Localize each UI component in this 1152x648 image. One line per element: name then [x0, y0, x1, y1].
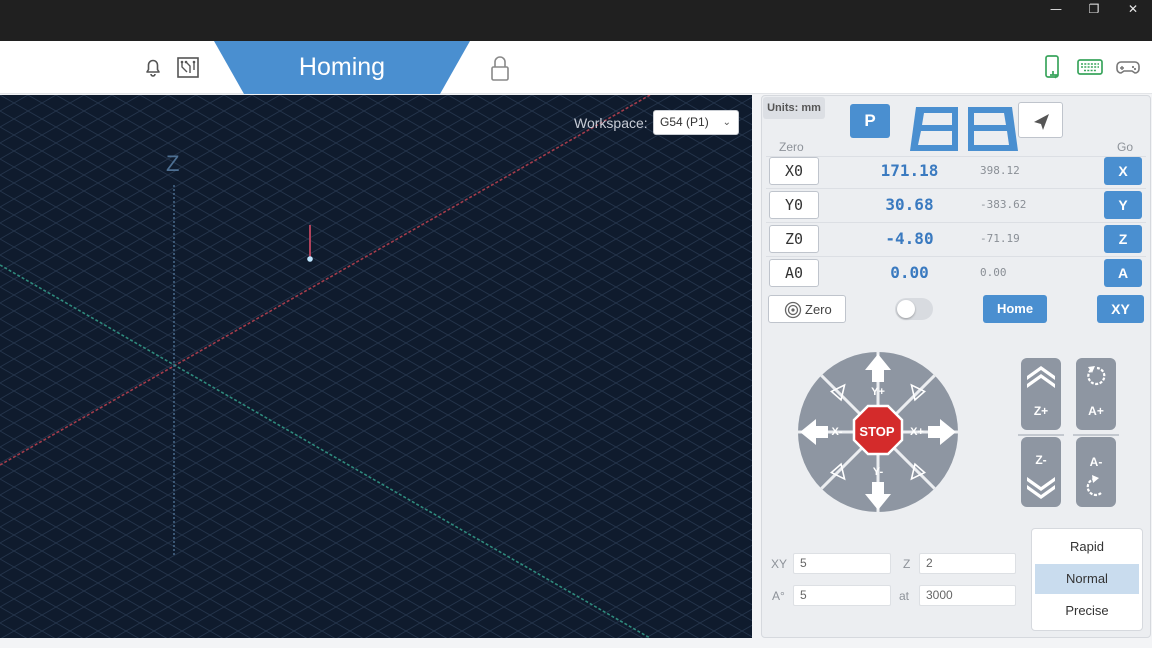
toggle-switch[interactable]: [895, 298, 933, 320]
row-divider: [766, 256, 1146, 257]
speed-precise[interactable]: Precise: [1035, 596, 1139, 626]
z-step-label: Z: [903, 557, 911, 571]
speed-selector: Rapid Normal Precise: [1031, 528, 1143, 631]
row-divider: [766, 222, 1146, 223]
work-x-value: 171.18: [880, 161, 939, 180]
zero-x-button[interactable]: X0: [769, 157, 819, 185]
machine-x-value: 398.12: [980, 164, 1020, 177]
feedrate-label: at: [899, 589, 910, 603]
xy-step-input[interactable]: 5: [793, 553, 891, 574]
zero-y-button[interactable]: Y0: [769, 191, 819, 219]
machine-y-value: -383.62: [980, 198, 1027, 211]
a-divider: [1073, 434, 1119, 436]
gamepad-icon[interactable]: [1114, 53, 1142, 81]
minimize-button[interactable]: —: [1038, 0, 1074, 20]
jog-z-minus-button[interactable]: Z-: [1021, 437, 1061, 507]
z-plus-label: Z+: [1033, 404, 1049, 418]
z-divider: [1018, 434, 1064, 436]
circuit-board-icon[interactable]: [174, 53, 202, 81]
tab-homing[interactable]: Homing: [214, 41, 470, 94]
chevron-down-double-icon: [1027, 477, 1055, 499]
close-button[interactable]: ✕: [1115, 0, 1151, 20]
jog-a-minus-button[interactable]: A-: [1076, 437, 1116, 507]
bell-icon[interactable]: [139, 53, 167, 81]
work-a-value: 0.00: [890, 263, 929, 282]
send-icon: [1034, 114, 1049, 130]
a-step-input[interactable]: 5: [793, 585, 891, 606]
grid-canvas: Z: [0, 95, 752, 638]
z-step-input[interactable]: 2: [919, 553, 1016, 574]
app-toolbar: Homing: [0, 41, 1152, 94]
go-a-button[interactable]: A: [1104, 259, 1142, 287]
jog-y-plus-button[interactable]: Y+: [868, 386, 888, 398]
a-minus-label: A-: [1089, 455, 1103, 469]
work-z-value: -4.80: [885, 229, 934, 248]
go-header: Go: [1117, 140, 1134, 154]
zero-all-button[interactable]: Zero: [768, 295, 846, 323]
go-x-button[interactable]: X: [1104, 157, 1142, 185]
zero-a-button[interactable]: A0: [769, 259, 819, 287]
go-z-button[interactable]: Z: [1104, 225, 1142, 253]
control-panel: Units: mm P Zero Go X0 171.18 398.12 X Y…: [761, 95, 1151, 638]
rotate-cw-icon: [1086, 475, 1102, 496]
maximize-button[interactable]: ❐: [1076, 0, 1112, 20]
zero-header: Zero: [779, 140, 804, 154]
target-icon: [784, 301, 802, 319]
speed-rapid[interactable]: Rapid: [1035, 532, 1139, 562]
z-axis-label: Z: [166, 151, 179, 176]
tool-position-dot: [307, 256, 313, 262]
chevron-down-icon: ⌄: [722, 117, 731, 128]
jog-x-minus-button[interactable]: X-: [827, 426, 847, 438]
a-step-label: A°: [772, 589, 785, 603]
jog-a-plus-button[interactable]: A+: [1076, 358, 1116, 430]
workspace-value: G54 (P1): [660, 115, 709, 129]
jog-y-minus-button[interactable]: Y-: [868, 466, 888, 478]
workspace-label: Workspace:: [574, 115, 648, 131]
home-button[interactable]: Home: [983, 295, 1047, 323]
jog-x-plus-button[interactable]: X+: [907, 426, 927, 438]
zero-z-button[interactable]: Z0: [769, 225, 819, 253]
units-badge: Units: mm: [763, 97, 825, 119]
speed-normal[interactable]: Normal: [1035, 564, 1139, 594]
phone-icon[interactable]: [1039, 53, 1067, 81]
workpiece-perspective-icon: [910, 107, 1018, 151]
jog-z-plus-button[interactable]: Z+: [1021, 358, 1061, 430]
machine-z-value: -71.19: [980, 232, 1020, 245]
row-divider: [766, 156, 1146, 157]
send-to-position-button[interactable]: [1018, 102, 1063, 138]
chevron-up-double-icon: [1027, 366, 1055, 388]
window-titlebar: — ❐ ✕: [0, 0, 1152, 41]
probe-button[interactable]: P: [850, 104, 890, 138]
toolpath-viewport[interactable]: Z Workspace: G54 (P1) ⌄: [0, 95, 752, 638]
rotate-ccw-icon: [1087, 366, 1106, 386]
go-y-button[interactable]: Y: [1104, 191, 1142, 219]
z-minus-label: Z-: [1035, 453, 1047, 467]
lock-icon[interactable]: [486, 53, 514, 81]
work-y-value: 30.68: [885, 195, 934, 214]
stop-button[interactable]: STOP: [852, 424, 902, 439]
keyboard-icon[interactable]: [1076, 53, 1104, 81]
home-xy-button[interactable]: XY: [1097, 295, 1144, 323]
machine-a-value: 0.00: [980, 266, 1007, 279]
zero-all-label: Zero: [805, 302, 832, 317]
feedrate-input[interactable]: 3000: [919, 585, 1016, 606]
a-plus-label: A+: [1088, 404, 1104, 418]
row-divider: [766, 188, 1146, 189]
xy-step-label: XY: [771, 557, 788, 571]
workspace-select[interactable]: G54 (P1) ⌄: [653, 110, 739, 135]
